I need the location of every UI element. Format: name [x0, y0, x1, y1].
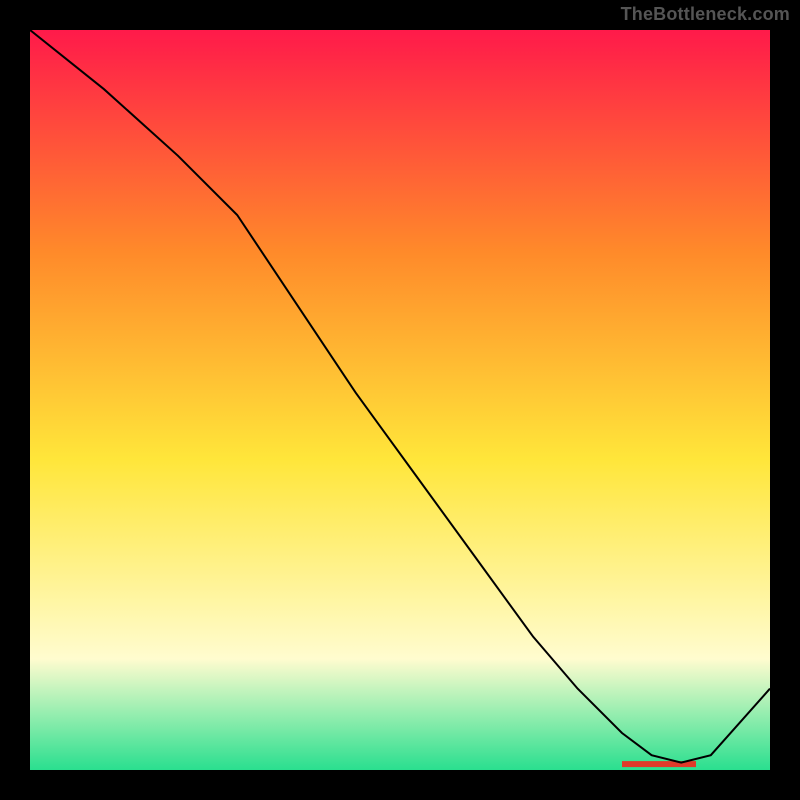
chart-container: TheBottleneck.com [0, 0, 800, 800]
chart-svg [30, 30, 770, 770]
gradient-background [30, 30, 770, 770]
attribution-label: TheBottleneck.com [621, 4, 790, 25]
plot-area [30, 30, 770, 770]
